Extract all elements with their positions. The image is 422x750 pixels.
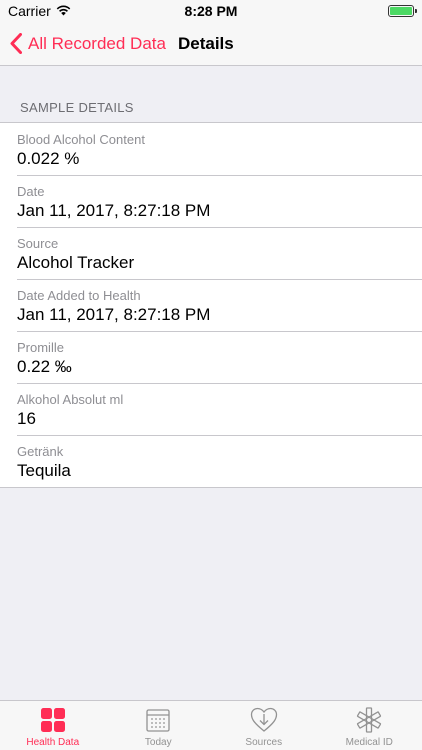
tab-label: Medical ID — [345, 737, 393, 748]
row-label: Source — [17, 236, 59, 251]
back-button-label: All Recorded Data — [28, 33, 166, 53]
list-item: Date Jan 11, 2017, 8:27:18 PM — [0, 175, 422, 227]
section-header: SAMPLE DETAILS — [20, 100, 134, 115]
content: SAMPLE DETAILS Blood Alcohol Content 0.0… — [0, 67, 422, 488]
row-value: Alcohol Tracker — [17, 253, 135, 272]
tab-bar: Health Data Today Sources Medical ID — [0, 700, 422, 750]
list-item: Promille 0.22 ‰ — [0, 331, 422, 383]
screen: Carrier 8:28 PM All Recorded Data Detail — [0, 0, 422, 750]
status-left: Carrier — [8, 3, 148, 19]
battery-fill — [390, 7, 412, 15]
chevron-left-icon — [10, 33, 22, 54]
details-list: Blood Alcohol Content 0.022 % Date Jan 1… — [0, 122, 422, 488]
star-of-life-icon — [356, 705, 382, 735]
page-title: Details — [177, 33, 234, 53]
back-button[interactable]: All Recorded Data — [0, 33, 166, 54]
tab-today[interactable]: Today — [106, 701, 212, 750]
heart-download-icon — [250, 705, 278, 735]
row-label: Blood Alcohol Content — [17, 132, 145, 147]
row-label: Promille — [17, 340, 64, 355]
list-item: Blood Alcohol Content 0.022 % — [0, 123, 422, 175]
row-label: Getränk — [17, 444, 64, 459]
list-item: Source Alcohol Tracker — [0, 227, 422, 279]
row-label: Date — [17, 184, 45, 199]
grid-icon — [40, 705, 66, 735]
status-right — [274, 5, 417, 17]
nav-bar: All Recorded Data Details — [0, 22, 422, 66]
tab-label: Sources — [245, 737, 283, 748]
row-value: 16 — [17, 409, 36, 428]
calendar-icon — [145, 705, 171, 735]
list-item: Getränk Tequila — [0, 435, 422, 487]
list-item: Alkohol Absolut ml 16 — [0, 383, 422, 435]
tab-medical-id[interactable]: Medical ID — [317, 701, 422, 750]
row-label: Date Added to Health — [17, 288, 141, 303]
row-value: 0.022 % — [17, 149, 80, 168]
tab-health-data[interactable]: Health Data — [0, 701, 106, 750]
tab-label: Health Data — [26, 737, 80, 748]
carrier-label: Carrier — [8, 3, 51, 19]
wifi-icon — [56, 3, 71, 19]
battery-icon — [388, 5, 417, 17]
row-value: Jan 11, 2017, 8:27:18 PM — [17, 201, 211, 220]
list-item: Date Added to Health Jan 11, 2017, 8:27:… — [0, 279, 422, 331]
row-value: Tequila — [17, 461, 71, 480]
tab-sources[interactable]: Sources — [211, 701, 317, 750]
row-label: Alkohol Absolut ml — [17, 392, 124, 407]
tab-label: Today — [144, 737, 172, 748]
status-bar: Carrier 8:28 PM — [0, 0, 422, 22]
row-value: 0.22 ‰ — [17, 357, 72, 376]
status-time: 8:28 PM — [184, 3, 238, 19]
row-value: Jan 11, 2017, 8:27:18 PM — [17, 305, 211, 324]
